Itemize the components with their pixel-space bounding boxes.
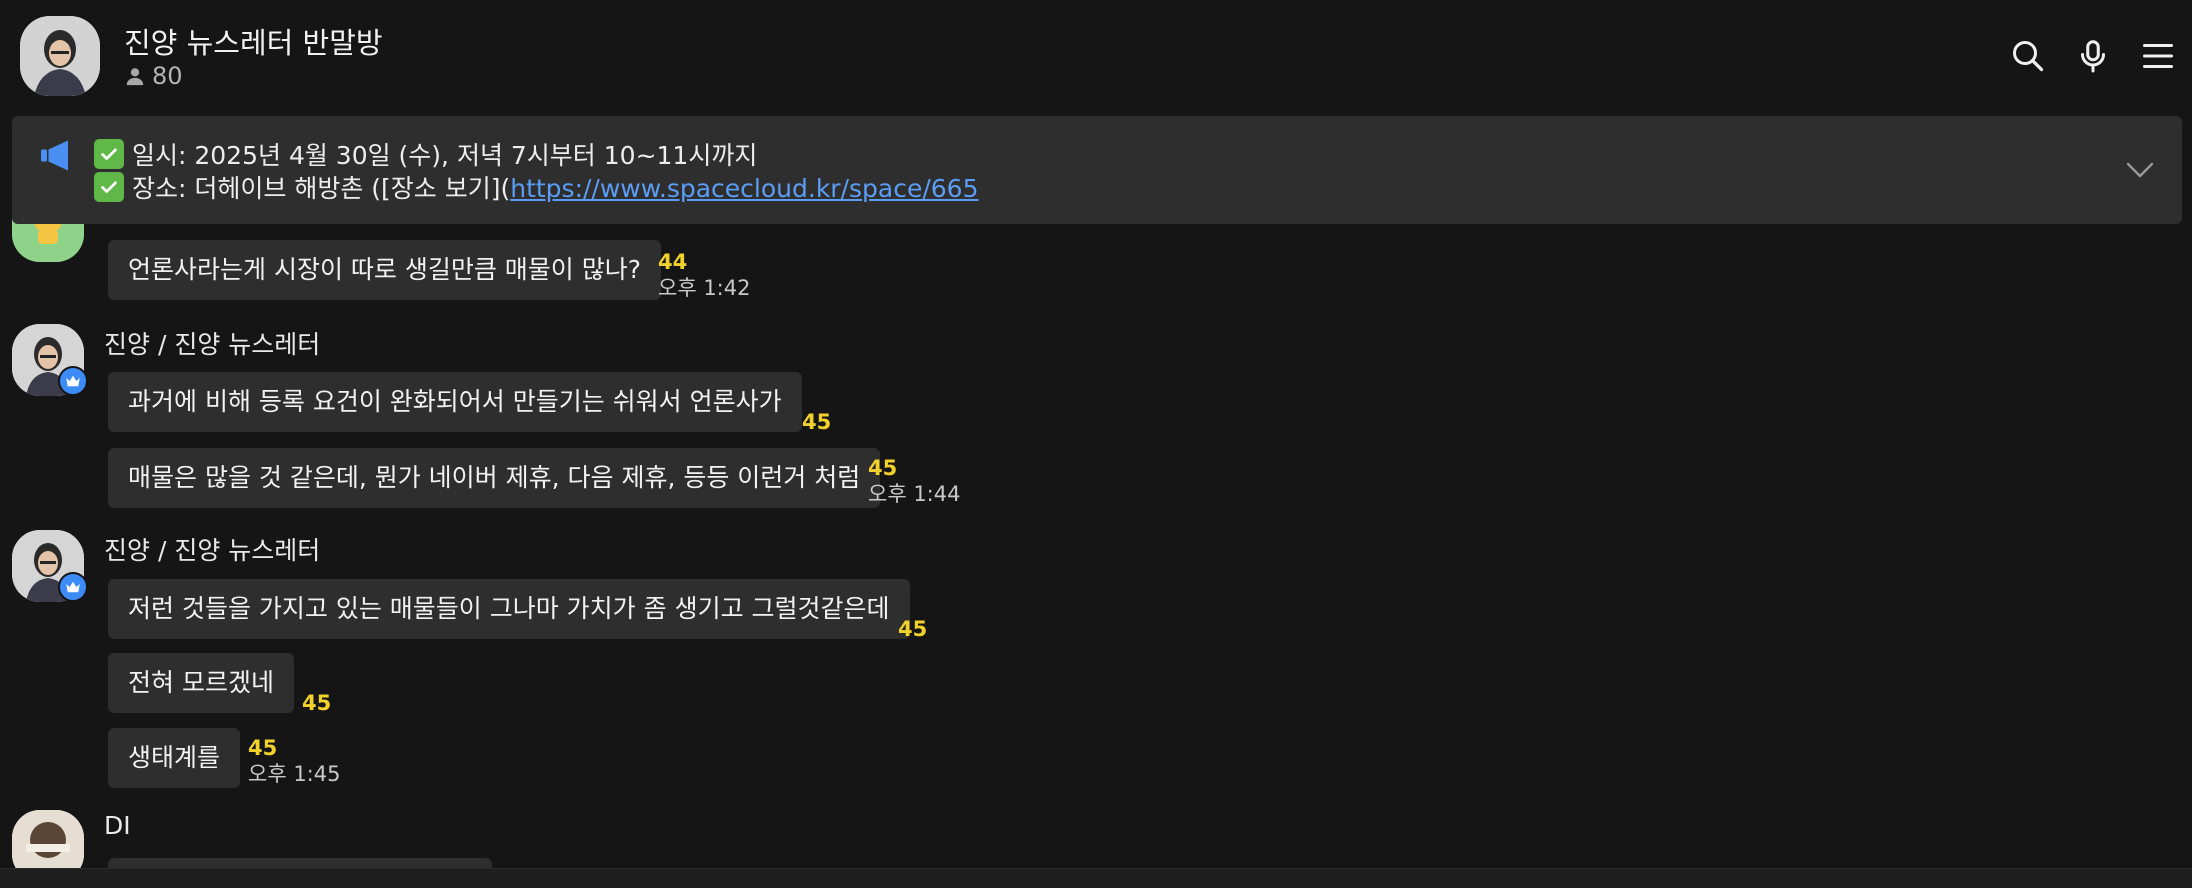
timestamp: 오후 1:42 xyxy=(658,276,751,300)
unread-count: 45 xyxy=(248,736,278,760)
sender-name[interactable]: 진양 / 진양 뉴스레터 xyxy=(104,325,320,361)
voice-button[interactable] xyxy=(2073,36,2113,76)
member-count[interactable]: 80 xyxy=(124,62,183,90)
message-meta: 45 xyxy=(302,690,331,716)
message-bubble[interactable]: 과거에 비해 등록 요건이 완화되어서 만들기는 쉬워서 언론사가 xyxy=(108,372,802,432)
notice-banner[interactable]: 일시: 2025년 4월 30일 (수), 저녁 7시부터 10~11시까지 장… xyxy=(12,116,2182,224)
crown-icon xyxy=(66,581,80,593)
chevron-down-icon[interactable] xyxy=(2122,152,2158,188)
notice-date-text: 일시: 2025년 4월 30일 (수), 저녁 7시부터 10~11시까지 xyxy=(132,141,758,170)
person-icon xyxy=(126,68,144,86)
host-badge xyxy=(58,366,88,396)
message-bubble[interactable]: 저런 것들을 가지고 있는 매물들이 그나마 가치가 좀 생기고 그럴것같은데 xyxy=(108,579,910,639)
message-bubble[interactable]: 매물은 많을 것 같은데, 뭔가 네이버 제휴, 다음 제휴, 등등 이런거 처… xyxy=(108,448,881,508)
message-meta: 45 xyxy=(802,409,831,435)
check-icon xyxy=(94,139,124,169)
search-button[interactable] xyxy=(2008,36,2048,76)
notice-place-link[interactable]: https://www.spacecloud.kr/space/665 xyxy=(510,174,978,203)
chat-header: 진양 뉴스레터 반말방 80 xyxy=(0,0,2192,110)
timestamp: 오후 1:44 xyxy=(868,482,961,506)
room-avatar[interactable] xyxy=(20,16,100,96)
timestamp: 오후 1:45 xyxy=(248,762,341,786)
notice-place-text: 장소: 더헤이브 해방촌 ([장소 보기]( xyxy=(132,174,511,203)
bottom-edge xyxy=(0,868,2192,888)
sender-name[interactable]: DI xyxy=(104,811,131,840)
notice-line-date: 일시: 2025년 4월 30일 (수), 저녁 7시부터 10~11시까지 xyxy=(94,136,757,172)
sender-name[interactable]: 진양 / 진양 뉴스레터 xyxy=(104,531,320,567)
crown-icon xyxy=(66,375,80,387)
message-meta: 45 오후 1:45 xyxy=(248,735,340,787)
menu-icon xyxy=(2143,44,2173,68)
chat-window: 언론사라는게 시장이 따로 생길만큼 매물이 많나? 44 오후 1:42 진양… xyxy=(0,0,2192,888)
unread-count: 45 xyxy=(868,456,898,480)
host-badge xyxy=(58,572,88,602)
megaphone-icon xyxy=(41,140,68,171)
room-title: 진양 뉴스레터 반말방 xyxy=(124,26,383,60)
unread-count: 44 xyxy=(658,250,688,274)
message-meta: 45 xyxy=(898,616,927,642)
unread-count: 45 xyxy=(302,691,332,715)
microphone-icon xyxy=(2081,40,2105,73)
member-count-value: 80 xyxy=(152,62,183,90)
notice-line-place: 장소: 더헤이브 해방촌 ([장소 보기](https://www.spacec… xyxy=(94,169,978,205)
message-meta: 44 오후 1:42 xyxy=(658,249,750,301)
unread-count: 45 xyxy=(898,617,928,641)
unread-count: 45 xyxy=(802,410,832,434)
message-bubble[interactable]: 생태계를 xyxy=(108,728,241,788)
menu-button[interactable] xyxy=(2138,36,2178,76)
search-icon xyxy=(2013,41,2044,72)
check-icon xyxy=(94,172,124,202)
message-bubble[interactable]: 전혀 모르겠네 xyxy=(108,653,294,713)
message-bubble[interactable]: 언론사라는게 시장이 따로 생길만큼 매물이 많나? xyxy=(108,240,662,300)
message-meta: 45 오후 1:44 xyxy=(868,455,960,507)
